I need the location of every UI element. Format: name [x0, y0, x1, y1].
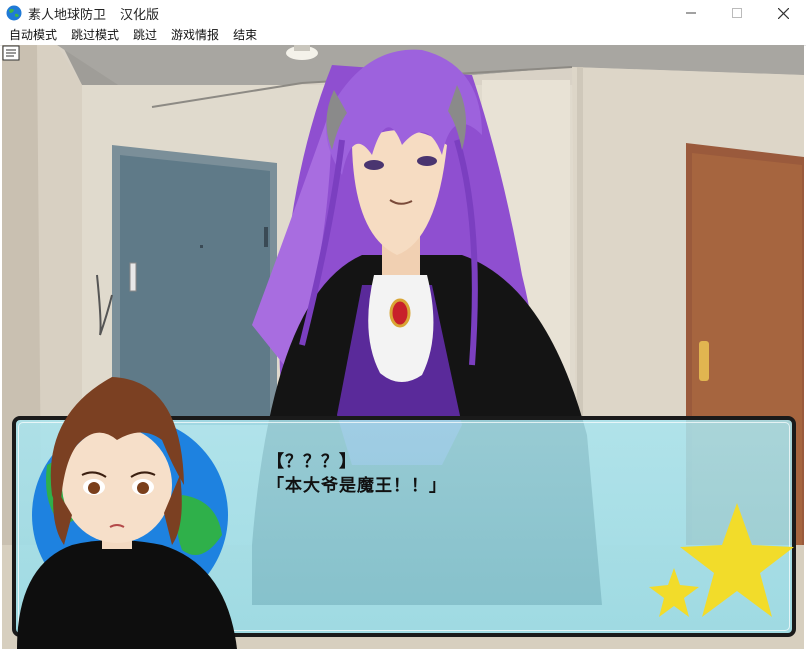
dialogue-text: 「本大爷是魔王！！」: [267, 476, 447, 496]
dialogue-box-frame: [18, 422, 790, 631]
message-next-icon[interactable]: [2, 45, 20, 61]
speaker-name: 【？？？】: [267, 452, 357, 472]
globe-app-icon: [6, 5, 22, 21]
menu-game-info[interactable]: 游戏情报: [164, 26, 226, 45]
minimize-icon: [686, 12, 696, 14]
minimize-button[interactable]: [668, 0, 714, 26]
dialogue-box[interactable]: [12, 416, 796, 637]
close-icon: [777, 7, 789, 19]
window-subtitle: 汉化版: [120, 7, 160, 23]
window-controls: [668, 0, 806, 26]
menu-exit[interactable]: 结束: [226, 26, 264, 45]
menu-auto-mode[interactable]: 自动模式: [0, 26, 64, 45]
close-button[interactable]: [760, 0, 806, 26]
menu-skip[interactable]: 跳过: [126, 26, 164, 45]
menu-skip-mode[interactable]: 跳过模式: [64, 26, 126, 45]
title-bar: 素人地球防卫 汉化版: [0, 0, 806, 26]
window-title: 素人地球防卫: [28, 7, 107, 23]
maximize-button[interactable]: [714, 0, 760, 26]
game-viewport[interactable]: 【？？？】 「本大爷是魔王！！」: [2, 45, 804, 649]
menu-bar: 自动模式 跳过模式 跳过 游戏情报 结束: [0, 26, 806, 46]
maximize-icon: [732, 8, 742, 18]
